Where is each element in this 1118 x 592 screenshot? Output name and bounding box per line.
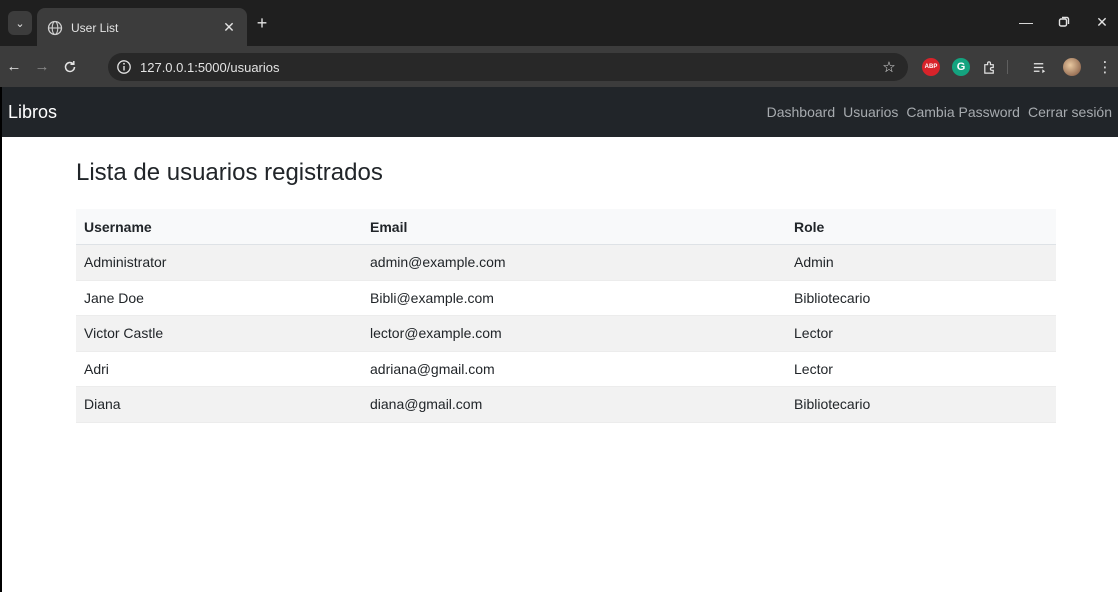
reading-list-icon[interactable] — [1030, 58, 1048, 76]
cell-username: Jane Doe — [76, 280, 362, 316]
toolbar-divider — [1007, 60, 1008, 74]
arrow-right-icon: → — [34, 58, 50, 75]
cell-email: admin@example.com — [362, 244, 786, 281]
puzzle-icon — [983, 60, 994, 74]
reload-icon — [64, 61, 76, 73]
page-title: Lista de usuarios registrados — [76, 159, 383, 186]
bookmark-star-icon[interactable]: ☆ — [880, 58, 898, 76]
column-header-role: Role — [786, 209, 1056, 245]
address-bar[interactable]: 127.0.0.1:5000/usuarios — [108, 53, 908, 81]
table-row: Jane Doe Bibli@example.com Bibliotecario — [76, 280, 1056, 316]
cell-email: diana@gmail.com — [362, 386, 786, 423]
cell-email: Bibli@example.com — [362, 280, 786, 316]
plus-icon: + — [256, 13, 268, 33]
site-navbar: Libros Dashboard Usuarios Cambia Passwor… — [2, 87, 1118, 137]
main-content: Lista de usuarios registrados Username E… — [76, 159, 1056, 423]
cell-role: Lector — [786, 315, 1056, 352]
column-header-username: Username — [76, 209, 362, 245]
adblock-label: ABP — [924, 64, 938, 70]
table-header-row: Username Email Role — [76, 209, 1056, 245]
navbar-brand[interactable]: Libros — [2, 102, 57, 123]
cell-email: lector@example.com — [362, 315, 786, 352]
minimize-icon: — — [1019, 14, 1033, 30]
navbar-links: Dashboard Usuarios Cambia Password Cerra… — [767, 104, 1118, 120]
column-header-email: Email — [362, 209, 786, 245]
chevron-down-icon: ⌄ — [15, 17, 25, 30]
nav-link-cambia-password[interactable]: Cambia Password — [906, 104, 1020, 120]
restore-button[interactable] — [1054, 12, 1074, 32]
table-row: Adri adriana@gmail.com Lector — [76, 351, 1056, 387]
grammarly-label: G — [956, 61, 966, 73]
table-row: Administrator admin@example.com Admin — [76, 244, 1056, 281]
tab-search-button[interactable]: ⌄ — [8, 11, 32, 35]
minimize-button[interactable]: — — [1016, 12, 1036, 32]
restore-icon — [1058, 16, 1070, 27]
cell-role: Admin — [786, 244, 1056, 281]
cell-email: adriana@gmail.com — [362, 351, 786, 387]
browser-toolbar: ← → 127.0.0.1:5000/usuarios ☆ ABP G ⋮ — [0, 47, 1118, 87]
close-icon: ✕ — [1096, 14, 1108, 30]
extensions-puzzle-icon[interactable] — [980, 58, 998, 76]
back-button[interactable]: ← — [4, 57, 24, 77]
cell-username: Administrator — [76, 244, 362, 281]
queue-icon — [1033, 62, 1045, 73]
address-bar-url: 127.0.0.1:5000/usuarios — [140, 59, 280, 75]
grammarly-extension-icon[interactable]: G — [952, 58, 970, 76]
page-viewport: Libros Dashboard Usuarios Cambia Passwor… — [0, 87, 1118, 592]
nav-link-cerrar-sesion[interactable]: Cerrar sesión — [1028, 104, 1112, 120]
adblock-extension-icon[interactable]: ABP — [922, 58, 940, 76]
cell-username: Victor Castle — [76, 315, 362, 352]
cell-role: Bibliotecario — [786, 386, 1056, 423]
nav-link-usuarios[interactable]: Usuarios — [843, 104, 898, 120]
cell-username: Adri — [76, 351, 362, 387]
table-row: Diana diana@gmail.com Bibliotecario — [76, 386, 1056, 423]
info-icon — [117, 60, 131, 74]
cell-role: Lector — [786, 351, 1056, 387]
reload-button[interactable] — [60, 57, 80, 77]
users-table: Username Email Role Administrator admin@… — [76, 209, 1056, 423]
browser-tab-active[interactable]: User List ✕ — [37, 8, 247, 47]
tab-title: User List — [71, 20, 119, 35]
profile-avatar[interactable] — [1063, 58, 1081, 76]
cell-username: Diana — [76, 386, 362, 423]
new-tab-button[interactable]: + — [252, 13, 272, 33]
nav-link-dashboard[interactable]: Dashboard — [767, 104, 836, 120]
cell-role: Bibliotecario — [786, 280, 1056, 316]
close-window-button[interactable]: ✕ — [1092, 12, 1112, 32]
arrow-left-icon: ← — [6, 58, 22, 75]
menu-kebab-icon[interactable]: ⋮ — [1096, 58, 1114, 76]
forward-button[interactable]: → — [32, 57, 52, 77]
globe-icon — [47, 20, 63, 35]
close-icon[interactable]: ✕ — [221, 19, 237, 36]
browser-tab-strip: ⌄ User List ✕ + — ✕ — [0, 0, 1118, 47]
table-row: Victor Castle lector@example.com Lector — [76, 315, 1056, 352]
